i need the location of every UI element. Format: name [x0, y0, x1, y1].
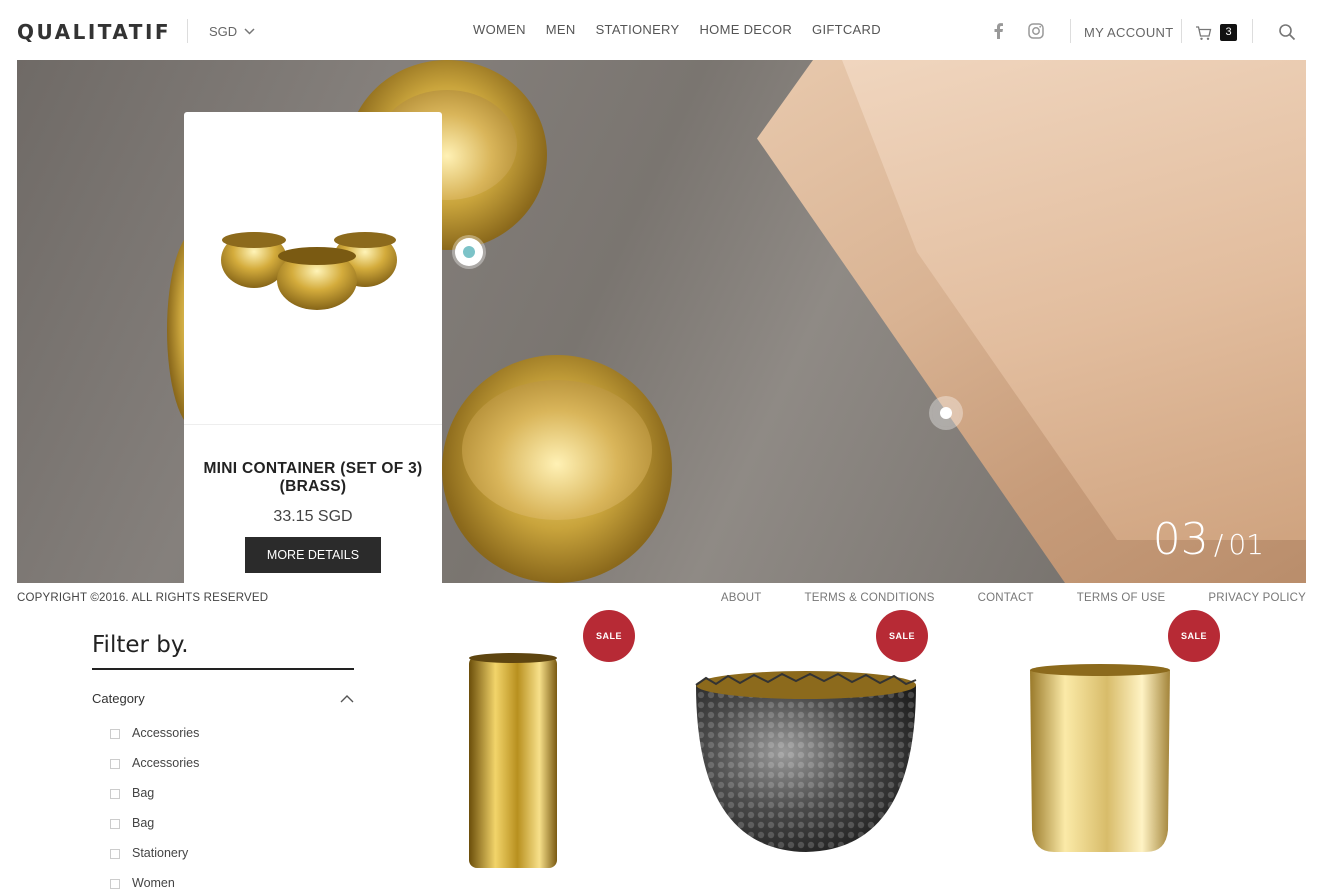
- product-tile[interactable]: SALE: [968, 610, 1228, 891]
- footer-link-privacy-policy[interactable]: PRIVACY POLICY: [1208, 592, 1306, 604]
- footer-links: ABOUT TERMS & CONDITIONS CONTACT TERMS O…: [721, 592, 1306, 604]
- nav-giftcard[interactable]: GIFTCARD: [812, 22, 881, 37]
- category-option[interactable]: Bag: [110, 786, 199, 816]
- product-tile[interactable]: SALE: [383, 610, 643, 891]
- copyright-text: COPYRIGHT ©2016. ALL RIGHTS RESERVED: [17, 592, 269, 604]
- product-image[interactable]: [676, 640, 936, 891]
- logo[interactable]: QUALITATIF: [17, 20, 171, 44]
- checkbox[interactable]: [110, 849, 120, 859]
- product-image[interactable]: [184, 112, 442, 425]
- product-image[interactable]: [383, 640, 643, 891]
- product-tile[interactable]: SALE: [676, 610, 936, 891]
- nav-men[interactable]: MEN: [546, 22, 576, 37]
- category-option-label: Accessories: [132, 756, 200, 770]
- checkbox[interactable]: [110, 789, 120, 799]
- category-option-label: Accessories: [132, 726, 200, 740]
- cart-icon: [1196, 25, 1212, 40]
- featured-product-card: MINI CONTAINER (SET OF 3) (BRASS) 33.15 …: [184, 112, 442, 583]
- checkbox[interactable]: [110, 879, 120, 889]
- category-option-label: Bag: [132, 816, 155, 830]
- hotspot-dot: [940, 407, 952, 419]
- product-price: 33.15 SGD: [273, 508, 353, 525]
- main-nav: WOMEN MEN STATIONERY HOME DECOR GIFTCARD: [473, 22, 881, 37]
- site-header: QUALITATIF SGD WOMEN MEN STATIONERY HOME…: [0, 0, 1336, 60]
- category-option[interactable]: Accessories: [110, 756, 199, 786]
- divider: [187, 19, 188, 43]
- divider: [1181, 19, 1182, 43]
- facebook-icon[interactable]: [990, 22, 1008, 40]
- sale-badge: SALE: [583, 610, 635, 662]
- footer-link-terms-conditions[interactable]: TERMS & CONDITIONS: [804, 592, 934, 604]
- nav-stationery[interactable]: STATIONERY: [596, 22, 680, 37]
- filter-heading: Filter by.: [92, 632, 189, 658]
- hotspot-marker[interactable]: [455, 238, 483, 266]
- footer-link-contact[interactable]: CONTACT: [978, 592, 1034, 604]
- category-option-label: Women: [132, 876, 175, 890]
- category-option[interactable]: Women: [110, 876, 199, 891]
- currency-selector[interactable]: SGD: [209, 24, 256, 39]
- category-option-label: Stationery: [132, 846, 189, 860]
- product-image[interactable]: [968, 640, 1228, 891]
- product-title[interactable]: MINI CONTAINER (SET OF 3) (BRASS): [194, 460, 432, 496]
- cart-count-badge: 3: [1220, 24, 1237, 41]
- slide-counter: 03 / 01: [1153, 514, 1264, 565]
- category-label: Category: [92, 691, 145, 706]
- currency-label: SGD: [209, 24, 238, 39]
- search-icon[interactable]: [1278, 23, 1296, 41]
- nav-women[interactable]: WOMEN: [473, 22, 526, 37]
- category-accordion-header[interactable]: Category: [92, 691, 354, 706]
- my-account-link[interactable]: MY ACCOUNT: [1084, 25, 1173, 40]
- filter-underline: [92, 668, 354, 670]
- slide-separator: /: [1213, 528, 1224, 561]
- checkbox[interactable]: [110, 729, 120, 739]
- slide-current: 03: [1152, 514, 1209, 565]
- footer-link-terms-of-use[interactable]: TERMS OF USE: [1077, 592, 1166, 604]
- category-option[interactable]: Bag: [110, 816, 199, 846]
- slide-total: 01: [1228, 528, 1264, 561]
- category-list: Accessories Accessories Bag Bag Statione…: [110, 726, 199, 891]
- checkbox[interactable]: [110, 819, 120, 829]
- footer-link-about[interactable]: ABOUT: [721, 592, 762, 604]
- category-option-label: Bag: [132, 786, 155, 800]
- hotspot-marker[interactable]: [932, 399, 960, 427]
- sale-badge: SALE: [1168, 610, 1220, 662]
- divider: [1252, 19, 1253, 43]
- category-option[interactable]: Stationery: [110, 846, 199, 876]
- category-option[interactable]: Accessories: [110, 726, 199, 756]
- hotspot-dot: [463, 246, 475, 258]
- chevron-up-icon: [340, 694, 354, 702]
- divider: [1070, 19, 1071, 43]
- cart-button[interactable]: 3: [1195, 24, 1237, 41]
- instagram-icon[interactable]: [1027, 22, 1045, 40]
- checkbox[interactable]: [110, 759, 120, 769]
- chevron-down-icon: [244, 28, 255, 35]
- more-details-button[interactable]: MORE DETAILS: [245, 537, 381, 573]
- nav-home-decor[interactable]: HOME DECOR: [699, 22, 792, 37]
- hero-bowl-inner: [462, 380, 652, 520]
- sale-badge: SALE: [876, 610, 928, 662]
